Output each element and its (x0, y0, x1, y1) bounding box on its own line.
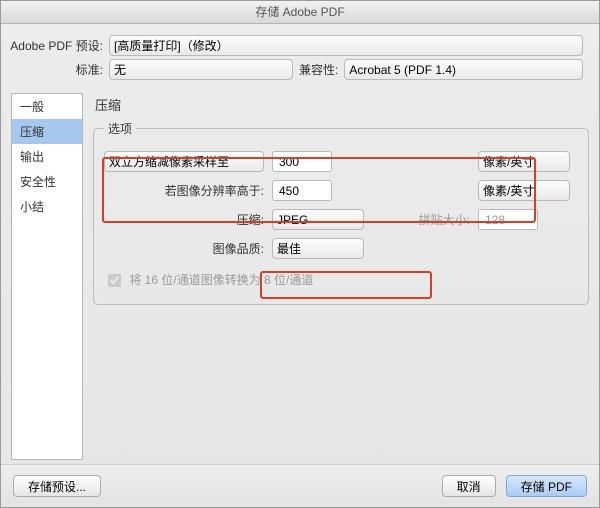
section-title: 压缩 (95, 95, 589, 114)
quality-label: 图像品质: (104, 240, 264, 257)
sidebar-item-output[interactable]: 输出 (12, 144, 82, 169)
ppi-unit-select-1[interactable]: 像素/英寸 (478, 151, 570, 172)
main-panel: 压缩 选项 双立方缩减像素采样至 像素/英寸 若图像分辨率高于: (83, 89, 599, 464)
preset-label: Adobe PDF 预设: (1, 37, 109, 54)
downsample-ppi-input[interactable] (272, 151, 332, 172)
convert-16bit-label: 将 16 位/通道图像转换为 8 位/通道 (129, 273, 313, 287)
tile-size-input (478, 209, 538, 230)
compress-select[interactable]: JPEG (272, 209, 364, 230)
save-pdf-button[interactable]: 存储 PDF (506, 475, 587, 497)
downsample-method-select[interactable]: 双立方缩减像素采样至 (104, 151, 264, 172)
sidebar-item-summary[interactable]: 小结 (12, 194, 82, 219)
standard-label: 标准: (1, 61, 109, 78)
sidebar-item-compression[interactable]: 压缩 (12, 119, 82, 144)
compress-label: 压缩: (104, 211, 264, 228)
compat-label: 兼容性: (293, 61, 344, 78)
convert-16bit-checkbox (108, 274, 121, 287)
standard-select[interactable]: 无 (109, 59, 293, 80)
window-title: 存储 Adobe PDF (1, 1, 599, 24)
tile-size-label: 拼贴大小: (410, 211, 470, 228)
if-above-ppi-input[interactable] (272, 180, 332, 201)
dialog-save-adobe-pdf: 存储 Adobe PDF Adobe PDF 预设: [高质量打印]（修改） 标… (0, 0, 600, 508)
preset-select[interactable]: [高质量打印]（修改） (109, 35, 583, 56)
options-legend: 选项 (104, 120, 136, 137)
sidebar-item-general[interactable]: 一般 (12, 94, 82, 119)
cancel-button[interactable]: 取消 (442, 475, 496, 497)
save-preset-button[interactable]: 存储预设... (13, 475, 101, 497)
sidebar: 一般 压缩 输出 安全性 小结 (11, 93, 83, 460)
ppi-unit-select-2[interactable]: 像素/英寸 (478, 180, 570, 201)
compat-select[interactable]: Acrobat 5 (PDF 1.4) (344, 59, 583, 80)
convert-16bit-row: 将 16 位/通道图像转换为 8 位/通道 (104, 271, 578, 290)
sidebar-item-security[interactable]: 安全性 (12, 169, 82, 194)
options-group: 选项 双立方缩减像素采样至 像素/英寸 若图像分辨率高于: (93, 120, 589, 305)
header-controls: Adobe PDF 预设: [高质量打印]（修改） 标准: 无 兼容性: Acr… (1, 24, 599, 89)
if-above-label: 若图像分辨率高于: (104, 182, 264, 199)
footer: 存储预设... 取消 存储 PDF (1, 464, 599, 507)
quality-select[interactable]: 最佳 (272, 238, 364, 259)
